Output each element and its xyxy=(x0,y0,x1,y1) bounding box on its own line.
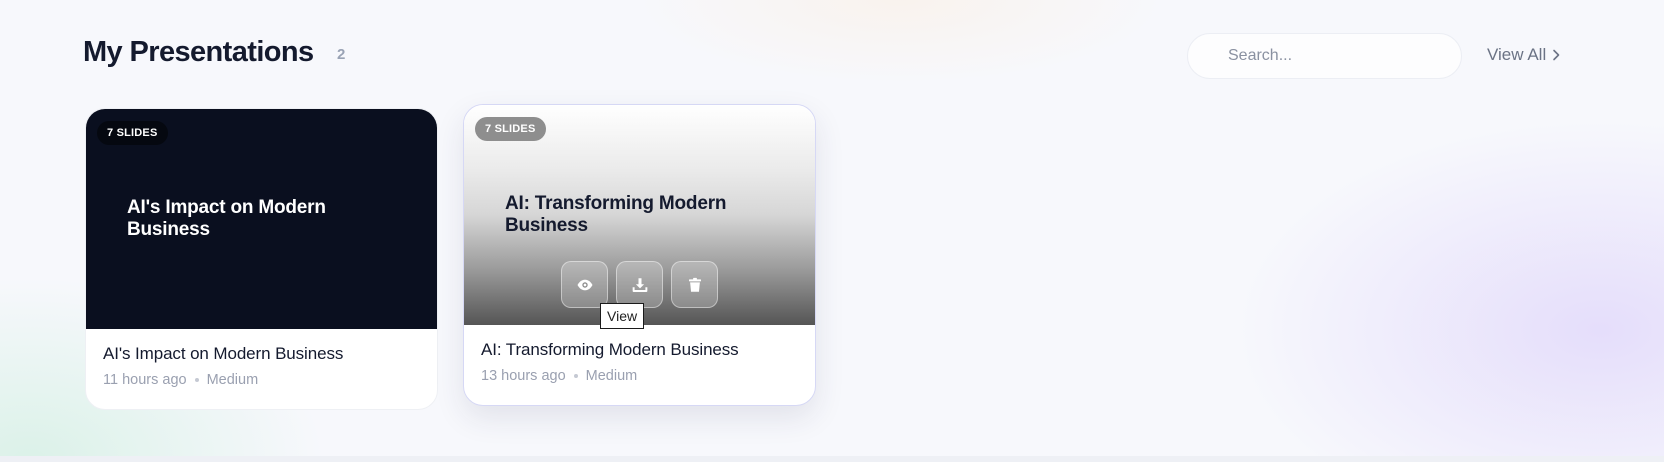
tooltip-view: View xyxy=(600,303,645,329)
card-actions xyxy=(561,261,718,308)
presentation-level: Medium xyxy=(206,372,259,388)
presentation-card[interactable]: 7 SLIDES AI: Transforming Modern Busines… xyxy=(463,104,816,406)
search-icon xyxy=(1204,49,1220,65)
slides-badge: 7 SLIDES xyxy=(475,117,546,141)
page-title: My Presentations xyxy=(83,36,314,68)
card-meta: 11 hours ago Medium xyxy=(103,372,420,388)
meta-separator xyxy=(573,374,578,378)
presentation-name[interactable]: AI's Impact on Modern Business xyxy=(103,344,420,364)
view-all-link[interactable]: View All xyxy=(1487,45,1561,65)
card-info: AI: Transforming Modern Business 13 hour… xyxy=(464,325,815,399)
page-footer-strip xyxy=(0,456,1664,462)
download-icon xyxy=(632,277,647,292)
presentation-level: Medium xyxy=(585,368,638,384)
search-input[interactable]: Search... xyxy=(1228,47,1292,65)
view-all-label: View All xyxy=(1487,45,1547,64)
updated-time: 11 hours ago xyxy=(103,372,187,388)
search-box[interactable]: Search... xyxy=(1187,33,1462,79)
eye-icon xyxy=(577,279,592,290)
slides-badge: 7 SLIDES xyxy=(97,121,168,145)
updated-time: 13 hours ago xyxy=(481,368,566,384)
trash-icon xyxy=(688,277,701,292)
meta-separator xyxy=(194,378,199,382)
presentation-name[interactable]: AI: Transforming Modern Business xyxy=(481,340,798,360)
card-info: AI's Impact on Modern Business 11 hours … xyxy=(86,329,437,403)
delete-button[interactable] xyxy=(671,261,718,308)
chevron-right-icon xyxy=(1553,49,1560,61)
presentation-card[interactable]: 7 SLIDES AI's Impact on Modern Business … xyxy=(85,108,438,410)
presentation-thumbnail[interactable]: 7 SLIDES AI: Transforming Modern Busines… xyxy=(464,105,815,329)
thumbnail-title: AI's Impact on Modern Business xyxy=(127,197,326,240)
thumbnail-title: AI: Transforming Modern Business xyxy=(505,193,727,236)
view-button[interactable] xyxy=(561,261,608,308)
download-button[interactable] xyxy=(616,261,663,308)
card-meta: 13 hours ago Medium xyxy=(481,368,798,384)
presentation-count: 2 xyxy=(337,46,346,63)
presentation-thumbnail[interactable]: 7 SLIDES AI's Impact on Modern Business xyxy=(86,109,437,329)
